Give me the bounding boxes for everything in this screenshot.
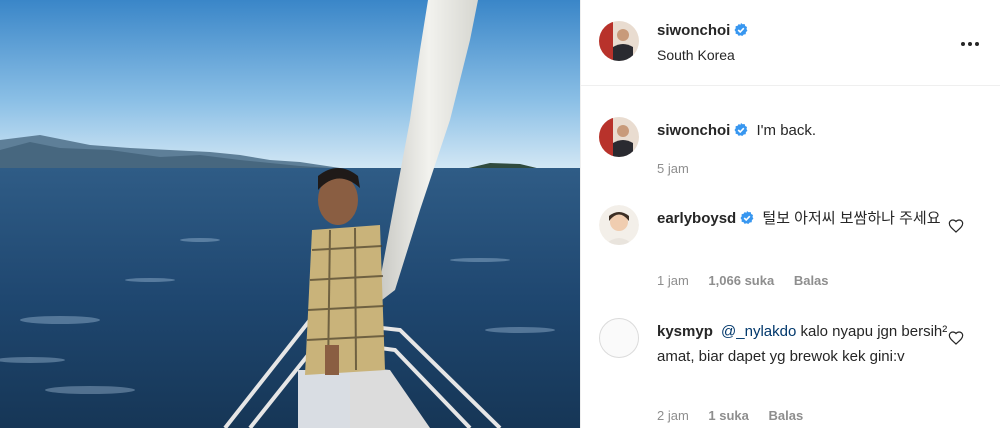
comment-username[interactable]: kysmyp <box>657 323 713 340</box>
caption: siwonchoi I'm back. <box>657 118 957 143</box>
author-avatar[interactable] <box>599 21 639 61</box>
comment-likes[interactable]: 1,066 suka <box>708 273 774 288</box>
post-detail-panel: siwonchoi South Korea siwonchoi I'm back… <box>580 0 1000 428</box>
comment-text: 털보 아저씨 보쌈하나 주세요 <box>762 210 941 227</box>
comment-mention-link[interactable]: @_nylakdo <box>721 323 796 340</box>
sailing-photo-image <box>0 0 580 428</box>
verified-badge-icon <box>734 23 748 36</box>
comment-avatar-kysmyp[interactable] <box>599 318 639 358</box>
comment-likes[interactable]: 1 suka <box>708 408 748 423</box>
reply-button[interactable]: Balas <box>769 408 804 423</box>
comment-earlyboysd: earlyboysd 털보 아저씨 보쌈하나 주세요 <box>657 206 957 231</box>
comment-kysmyp: kysmyp @_nylakdo kalo nyapu jgn bersih² … <box>657 319 957 369</box>
comment-time[interactable]: 1 jam <box>657 273 689 288</box>
comment-username[interactable]: earlyboysd <box>657 210 736 227</box>
heart-outline-icon[interactable] <box>948 218 964 234</box>
caption-text: I'm back. <box>756 122 817 139</box>
comment-meta: 2 jam 1 suka Balas <box>657 408 819 423</box>
verified-badge-icon <box>734 123 748 136</box>
caption-meta: 5 jam <box>657 161 705 176</box>
caption-time[interactable]: 5 jam <box>657 161 689 176</box>
post-photo[interactable] <box>0 0 580 428</box>
reply-button[interactable]: Balas <box>794 273 829 288</box>
verified-badge-icon <box>740 211 754 224</box>
author-username[interactable]: siwonchoi <box>657 22 748 39</box>
more-options-icon[interactable] <box>961 32 979 52</box>
caption-author-avatar[interactable] <box>599 117 639 157</box>
comment-time[interactable]: 2 jam <box>657 408 689 423</box>
post-location[interactable]: South Korea <box>657 47 735 63</box>
post-header: siwonchoi South Korea <box>581 0 1000 86</box>
comment-meta: 1 jam 1,066 suka Balas <box>657 273 845 288</box>
caption-username[interactable]: siwonchoi <box>657 122 730 139</box>
comment-avatar-earlyboysd[interactable] <box>599 205 639 245</box>
heart-outline-icon[interactable] <box>948 330 964 346</box>
